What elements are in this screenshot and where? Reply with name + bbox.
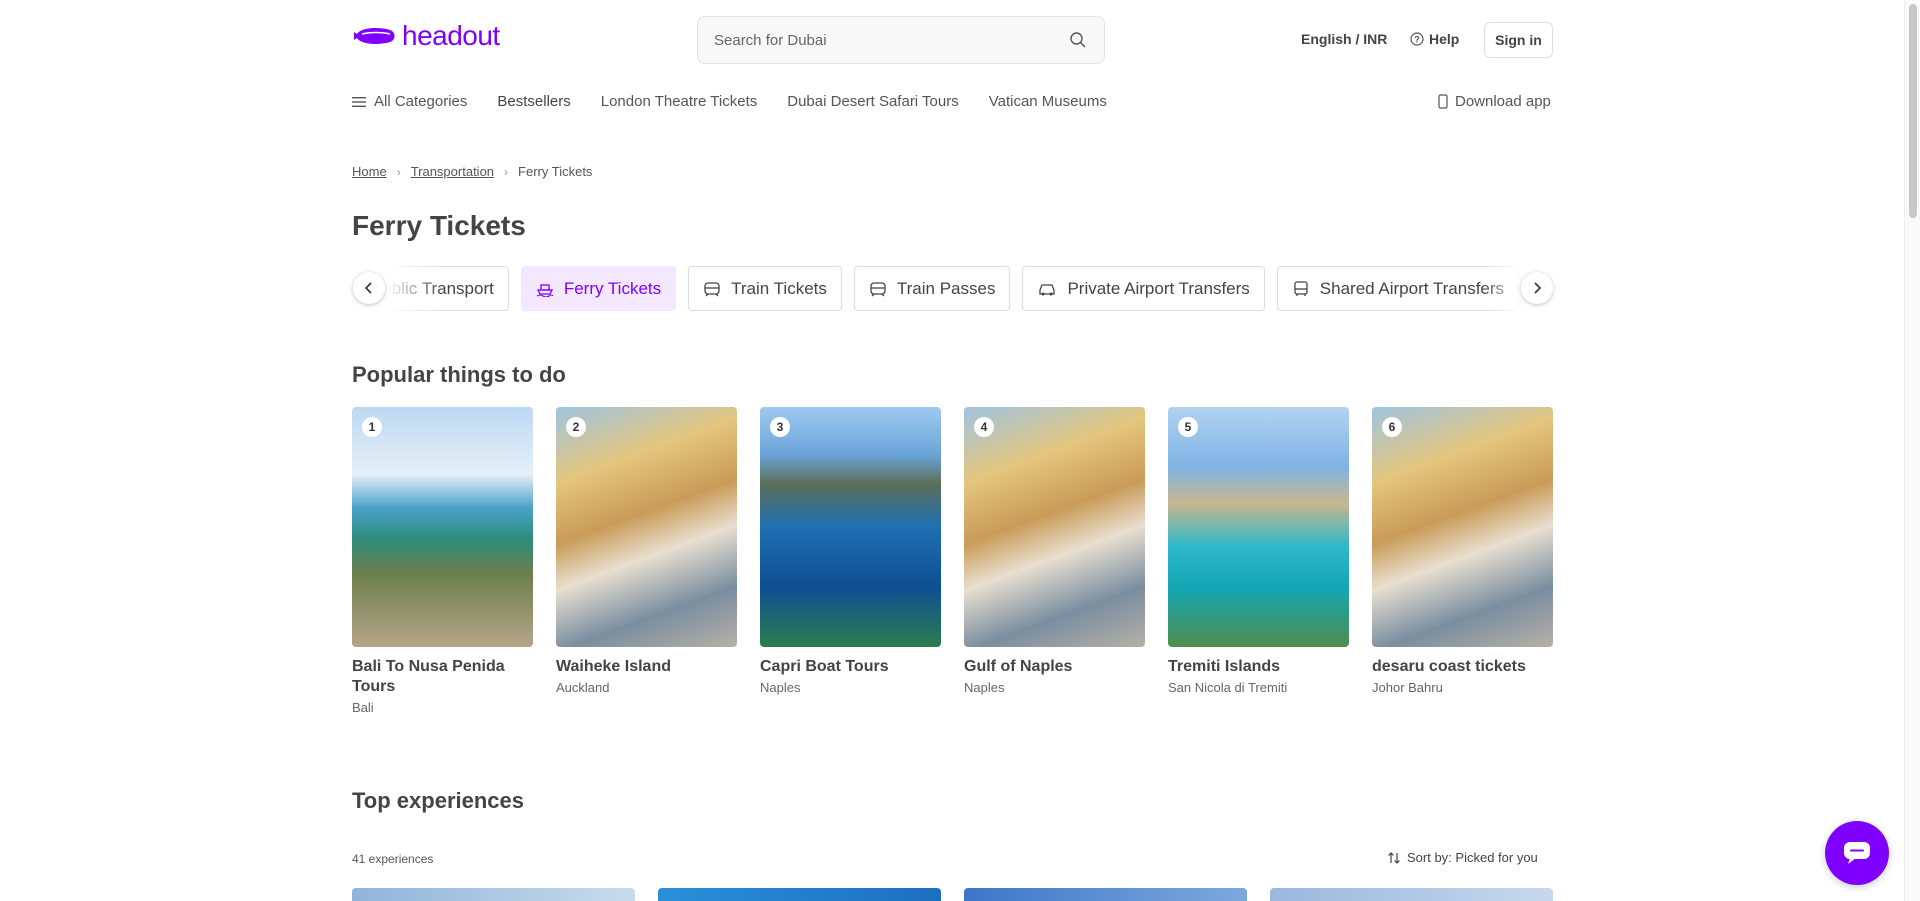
chip-private-airport-transfers[interactable]: Private Airport Transfers — [1022, 266, 1265, 311]
experience-card-image[interactable] — [352, 888, 635, 901]
sort-label: Sort by: Picked for you — [1407, 850, 1538, 865]
card-image: 3 — [760, 407, 941, 647]
svg-text:?: ? — [1414, 35, 1420, 45]
breadcrumb-current: Ferry Tickets — [518, 164, 593, 179]
chip-label: Private Airport Transfers — [1067, 278, 1250, 298]
search-icon[interactable] — [1068, 30, 1088, 50]
popular-card[interactable]: 3 Capri Boat Tours Naples — [760, 407, 941, 715]
category-chips: Public Transport Ferry Tickets Train Tic… — [352, 266, 1553, 312]
logo-text: headout — [402, 20, 500, 51]
car-icon — [1039, 283, 1056, 295]
chevron-left-icon — [364, 282, 372, 294]
card-location: San Nicola di Tremiti — [1168, 680, 1288, 695]
chips-scroll-right-button[interactable] — [1521, 272, 1553, 304]
blimp-logo-icon — [354, 28, 395, 44]
chevron-right-icon — [1534, 282, 1542, 294]
chevron-right-icon: › — [396, 164, 401, 179]
download-app-link[interactable]: Download app — [1438, 93, 1551, 110]
chip-train-tickets[interactable]: Train Tickets — [688, 266, 842, 311]
popular-section-title: Popular things to do — [352, 362, 566, 387]
chip-train-passes[interactable]: Train Passes — [853, 266, 1011, 311]
card-title: desaru coast tickets — [1372, 658, 1526, 675]
download-app-label: Download app — [1455, 93, 1551, 110]
popular-card[interactable]: 2 Waiheke Island Auckland — [556, 407, 737, 715]
rank-badge: 3 — [770, 417, 790, 437]
sort-dropdown[interactable]: Sort by: Picked for you — [1387, 850, 1538, 865]
sign-in-button[interactable]: Sign in — [1484, 22, 1553, 58]
breadcrumb-home[interactable]: Home — [352, 164, 387, 179]
rank-badge: 2 — [566, 417, 586, 437]
bus-icon — [1294, 280, 1308, 296]
experience-card-image[interactable] — [1270, 888, 1553, 901]
card-location: Naples — [760, 680, 801, 695]
chip-label: Train Passes — [896, 278, 996, 298]
category-nav: All Categories Bestsellers London Theatr… — [352, 93, 1137, 110]
card-image: 4 — [964, 407, 1145, 647]
rank-badge: 5 — [1178, 417, 1198, 437]
all-categories-menu[interactable]: All Categories — [352, 93, 467, 110]
page-title: Ferry Tickets — [352, 210, 526, 241]
card-title: Gulf of Naples — [964, 658, 1073, 675]
card-title: Tremiti Islands — [1168, 658, 1281, 675]
breadcrumb: Home › Transportation › Ferry Tickets — [352, 164, 592, 179]
experiences-count: 41 experiences — [352, 852, 434, 866]
top-experiences-title: Top experiences — [352, 788, 524, 813]
all-categories-label: All Categories — [374, 93, 468, 110]
nav-london-theatre[interactable]: London Theatre Tickets — [601, 93, 758, 110]
language-currency-selector[interactable]: English / INR — [1301, 31, 1387, 47]
card-image: 2 — [556, 407, 737, 647]
ferry-icon — [536, 283, 554, 297]
breadcrumb-transportation[interactable]: Transportation — [411, 164, 494, 179]
chip-shared-airport-transfers[interactable]: Shared Airport Transfers — [1276, 266, 1520, 311]
experience-cards — [352, 888, 1553, 901]
rank-badge: 4 — [974, 417, 994, 437]
train-icon — [704, 281, 720, 296]
chip-label: Public Transport — [371, 278, 494, 298]
card-image: 1 — [352, 407, 533, 647]
headout-logo[interactable]: headout — [352, 20, 500, 52]
chip-ferry-tickets[interactable]: Ferry Tickets — [520, 266, 677, 311]
nav-bestsellers[interactable]: Bestsellers — [497, 93, 570, 110]
experience-card-image[interactable] — [658, 888, 941, 901]
popular-card[interactable]: 5 Tremiti Islands San Nicola di Tremiti — [1168, 407, 1349, 715]
scrollbar-thumb[interactable] — [1909, 4, 1917, 218]
experience-card-image[interactable] — [964, 888, 1247, 901]
chips-scroll-left-button[interactable] — [353, 272, 385, 304]
help-label: Help — [1429, 31, 1460, 47]
sort-icon — [1388, 851, 1400, 864]
train-icon — [870, 281, 886, 296]
chevron-right-icon: › — [504, 164, 509, 179]
help-link[interactable]: ? Help — [1410, 31, 1459, 47]
rank-badge: 6 — [1382, 417, 1402, 437]
chip-label: Ferry Tickets — [563, 278, 662, 298]
hamburger-icon — [352, 96, 366, 107]
popular-card[interactable]: 4 Gulf of Naples Naples — [964, 407, 1145, 715]
nav-vatican-museums[interactable]: Vatican Museums — [989, 93, 1107, 110]
help-icon: ? — [1410, 32, 1424, 46]
card-location: Naples — [964, 680, 1005, 695]
chat-button[interactable] — [1825, 821, 1889, 885]
popular-cards: 1 Bali To Nusa Penida Tours Bali 2 Waihe… — [352, 407, 1553, 715]
card-location: Johor Bahru — [1372, 680, 1443, 695]
chip-label: Shared Airport Transfers — [1319, 278, 1505, 298]
popular-card[interactable]: 6 desaru coast tickets Johor Bahru — [1372, 407, 1553, 715]
chip-label: Train Tickets — [731, 278, 827, 298]
search-input[interactable] — [714, 31, 1068, 49]
card-image: 5 — [1168, 407, 1349, 647]
page-scrollbar[interactable] — [1904, 0, 1920, 901]
chat-icon — [1844, 842, 1870, 864]
card-location: Bali — [352, 700, 374, 715]
card-title: Bali To Nusa Penida Tours — [352, 658, 505, 695]
search-bar[interactable] — [697, 16, 1105, 64]
rank-badge: 1 — [362, 417, 382, 437]
card-location: Auckland — [556, 680, 610, 695]
card-image: 6 — [1372, 407, 1553, 647]
popular-card[interactable]: 1 Bali To Nusa Penida Tours Bali — [352, 407, 533, 715]
card-title: Waiheke Island — [556, 658, 671, 675]
nav-dubai-desert-safari[interactable]: Dubai Desert Safari Tours — [787, 93, 958, 110]
card-title: Capri Boat Tours — [760, 658, 889, 675]
phone-icon — [1438, 94, 1448, 109]
